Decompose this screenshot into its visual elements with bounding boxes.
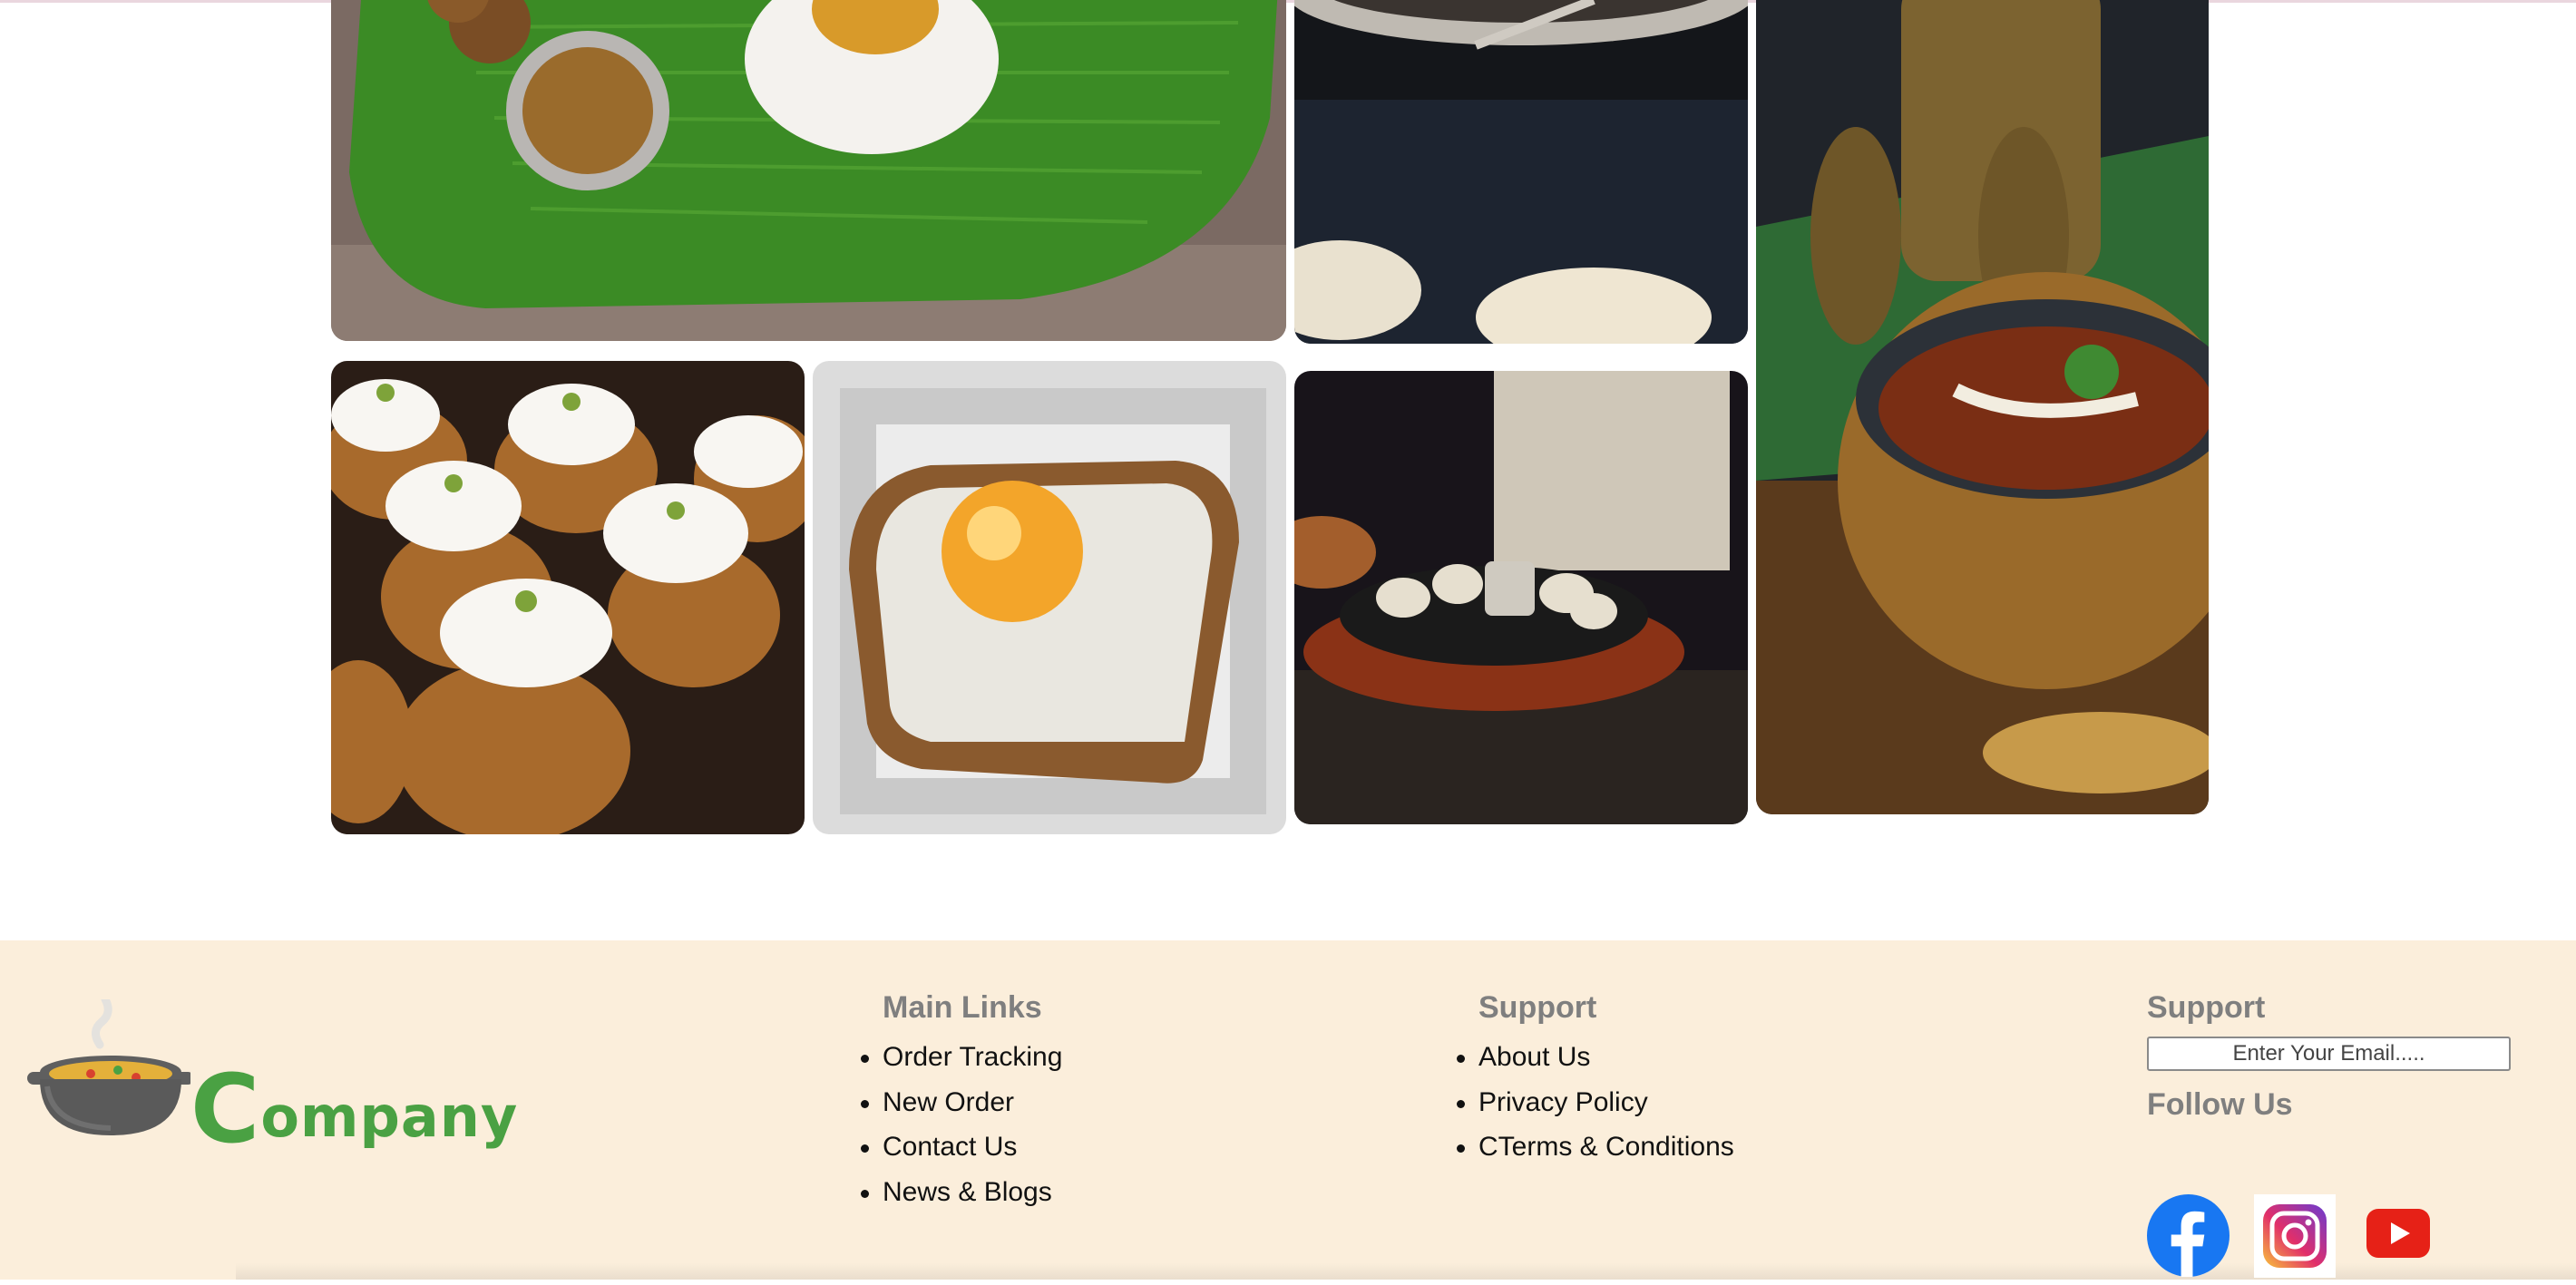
subscribe-heading: Support	[2147, 990, 2266, 1025]
wordmark-initial: C	[190, 1054, 261, 1164]
main-links-list: Order Tracking New Order Contact Us News…	[860, 1035, 1062, 1215]
banana-leaf-rice-meal-image	[331, 0, 1286, 341]
link-contact-us[interactable]: Contact Us	[860, 1124, 1062, 1170]
link-order-tracking[interactable]: Order Tracking	[860, 1035, 1062, 1080]
subscribe-column: Support Follow Us	[2147, 990, 2511, 1278]
facebook-icon[interactable]	[2147, 1194, 2230, 1277]
instagram-icon[interactable]	[2254, 1194, 2336, 1278]
curry-in-brass-pot-image	[1756, 0, 2209, 814]
follow-us-heading: Follow Us	[2147, 1087, 2293, 1122]
link-news-blogs[interactable]: News & Blogs	[860, 1170, 1062, 1215]
momo-sizzler-plate-image	[1294, 371, 1748, 824]
company-logo[interactable]: Company	[27, 999, 517, 1181]
support-column: Support About Us Privacy Policy CTerms &…	[1457, 990, 1734, 1170]
naan-on-dark-tray-image	[1294, 0, 1748, 344]
site-footer: Company Main Links Order Tracking New Or…	[0, 940, 2576, 1280]
main-links-heading: Main Links	[883, 990, 1042, 1025]
link-new-order[interactable]: New Order	[860, 1080, 1062, 1125]
wordmark-rest: ompany	[260, 1084, 519, 1150]
cooking-pot-icon	[27, 999, 190, 1135]
link-terms-conditions[interactable]: CTerms & Conditions	[1457, 1124, 1734, 1170]
fried-egg-toast-image	[813, 361, 1286, 834]
cream-cupcakes-image	[331, 361, 805, 834]
youtube-icon[interactable]	[2366, 1209, 2430, 1258]
company-wordmark: Company	[190, 1054, 518, 1164]
social-links	[2147, 1194, 2528, 1285]
link-privacy-policy[interactable]: Privacy Policy	[1457, 1080, 1734, 1125]
email-input[interactable]	[2147, 1037, 2511, 1071]
support-links-list: About Us Privacy Policy CTerms & Conditi…	[1457, 1035, 1734, 1170]
main-links-column: Main Links Order Tracking New Order Cont…	[860, 990, 1062, 1215]
link-about-us[interactable]: About Us	[1457, 1035, 1734, 1080]
support-heading: Support	[1478, 990, 1597, 1025]
